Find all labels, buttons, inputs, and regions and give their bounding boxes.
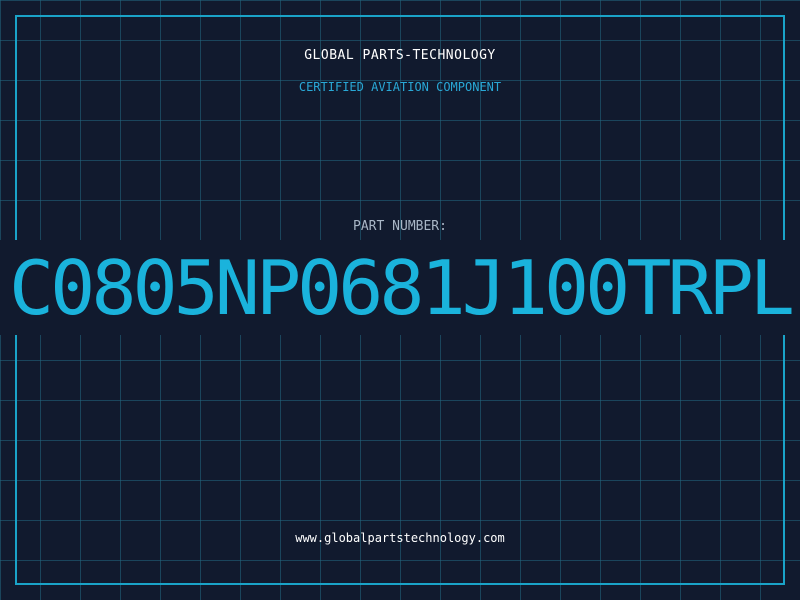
part-number-label: PART NUMBER: (353, 219, 447, 234)
company-name: GLOBAL PARTS-TECHNOLOGY (304, 48, 496, 63)
website-url: www.globalpartstechnology.com (295, 531, 505, 545)
certification-tagline: CERTIFIED AVIATION COMPONENT (298, 80, 502, 94)
certificate-canvas: GLOBAL PARTS-TECHNOLOGY CERTIFIED AVIATI… (0, 0, 800, 600)
part-number-value: C0805NP0681J100TRPL (9, 244, 795, 332)
